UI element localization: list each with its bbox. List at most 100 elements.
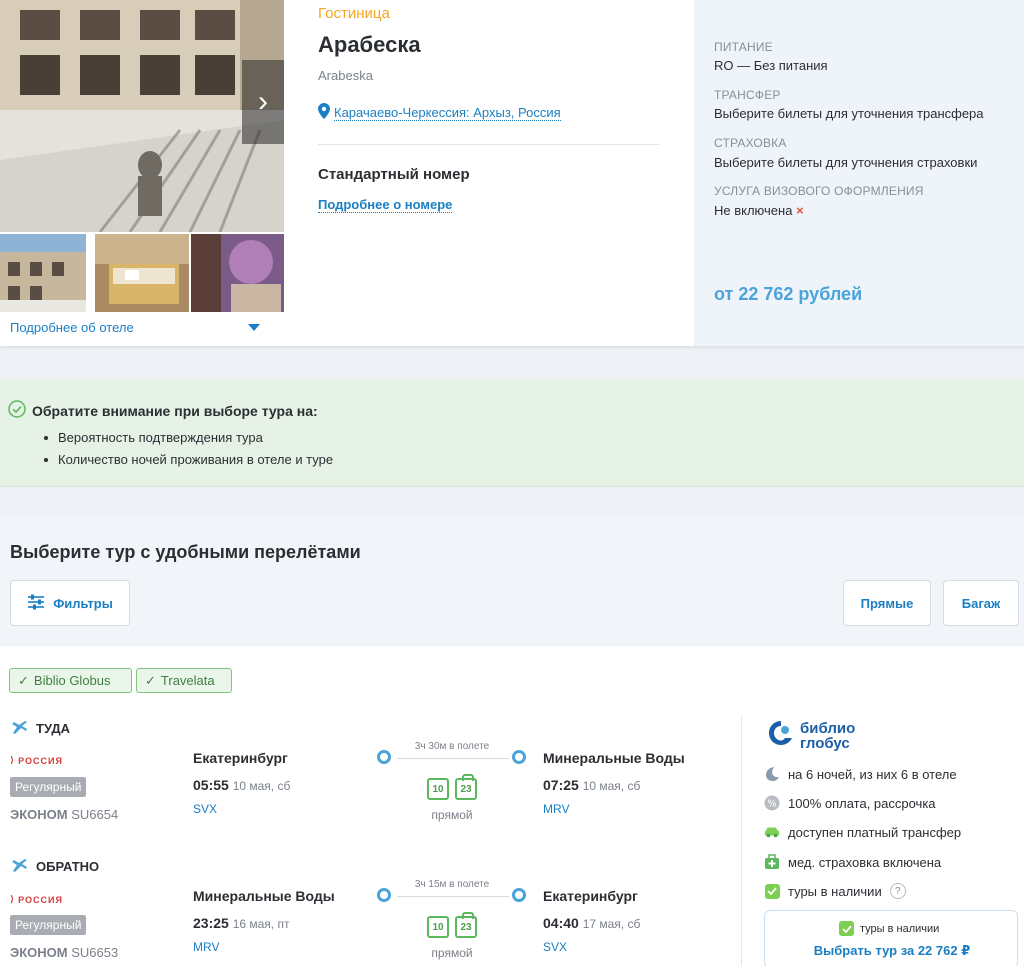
visa-label: УСЛУГА ВИЗОВОГО ОФОРМЛЕНИЯ <box>714 184 924 198</box>
cabin-flight-row: ЭКОНОМ SU6653 <box>10 945 118 960</box>
cabin-class: ЭКОНОМ <box>10 945 68 960</box>
baggage-button[interactable]: Багаж <box>943 580 1019 626</box>
flight-type-badge: Регулярный <box>10 915 87 935</box>
checked-baggage-kg: 23 <box>460 783 472 795</box>
thumbnail-room[interactable] <box>190 234 284 312</box>
tour-details-panel: ПИТАНИЕ RO — Без питания ТРАНСФЕР Выбери… <box>694 0 1024 346</box>
meal-label: ПИТАНИЕ <box>714 40 773 54</box>
departure-time: 05:55 <box>193 777 229 793</box>
map-pin-icon <box>318 103 330 122</box>
departure-time-row: 23:25 16 мая, пт <box>193 915 289 931</box>
check-box-icon <box>764 883 780 899</box>
sliders-icon <box>27 594 45 613</box>
airline-wing-icon: ⟩ <box>10 894 16 904</box>
visa-value: Не включена <box>714 203 793 218</box>
check-icon: ✓ <box>145 672 156 688</box>
departure-airport-code[interactable]: MRV <box>193 940 219 954</box>
arrival-time: 07:25 <box>543 777 579 793</box>
operator-tag[interactable]: ✓ Travelata <box>136 668 232 693</box>
airline-name: РОССИЯ <box>18 894 63 905</box>
arrival-dot <box>512 888 526 902</box>
hotel-name: Арабеска <box>318 32 421 57</box>
baggage-info: 10 23 <box>427 912 477 938</box>
flight-number: SU6654 <box>71 807 119 822</box>
arrival-city: Минеральные Воды <box>543 750 685 766</box>
operator-tag[interactable]: ✓ Biblio Globus <box>9 668 132 693</box>
feature-insurance: мед. страховка включена <box>764 854 941 870</box>
cabin-flight-row: ЭКОНОМ SU6654 <box>10 807 118 822</box>
departure-airport-code[interactable]: SVX <box>193 802 217 816</box>
divider <box>318 144 660 145</box>
price-from: от 22 762 рублей <box>714 284 863 304</box>
operator-logo-icon <box>766 718 796 753</box>
hand-luggage-kg: 10 <box>432 921 444 933</box>
nights-text: на 6 ночей, из них 6 в отеле <box>788 766 957 782</box>
arrival-date: 17 мая, сб <box>582 917 641 931</box>
departure-city: Екатеринбург <box>193 750 288 766</box>
direct-flights-button[interactable]: Прямые <box>843 580 931 626</box>
moon-icon <box>764 766 780 782</box>
percent-icon: % <box>764 795 780 811</box>
vertical-divider <box>741 716 742 966</box>
filters-label: Фильтры <box>53 595 113 611</box>
filters-button[interactable]: Фильтры <box>10 580 130 626</box>
more-about-hotel-label: Подробнее об отеле <box>10 320 134 335</box>
route-line <box>397 896 509 897</box>
checked-baggage-icon: 23 <box>455 774 477 800</box>
checked-baggage-icon: 23 <box>455 912 477 938</box>
meal-value: RO — Без питания <box>714 58 828 73</box>
notice-title-row: Обратите внимание при выборе тура на: <box>8 400 318 421</box>
arrival-airport-code[interactable]: SVX <box>543 940 567 954</box>
arrival-date: 10 мая, сб <box>582 779 641 793</box>
svg-text:%: % <box>767 799 777 810</box>
check-circle-icon <box>8 400 26 421</box>
arrival-city: Екатеринбург <box>543 888 638 904</box>
operator-logo-line1: библио <box>800 719 856 737</box>
operator-logo: библио глобус <box>766 718 855 753</box>
photo-next-button[interactable]: › <box>242 60 284 144</box>
operator-tag-label: Travelata <box>160 673 215 688</box>
select-tour-button[interactable]: Выбрать тур за 22 762 ₽ <box>765 943 1019 959</box>
plane-icon <box>10 718 28 739</box>
thumbnail-bedroom[interactable] <box>95 234 189 312</box>
feature-nights: на 6 ночей, из них 6 в отеле <box>764 766 957 782</box>
help-icon[interactable]: ? <box>889 883 906 899</box>
hotel-location-link[interactable]: Карачаево-Черкессия: Архыз, Россия <box>318 103 561 122</box>
select-tour-box[interactable]: туры в наличии Выбрать тур за 22 762 ₽ <box>764 910 1018 966</box>
insurance-value: Выберите билеты для уточнения страховки <box>714 155 978 170</box>
notice-title: Обратите внимание при выборе тура на: <box>32 402 318 419</box>
return-title-row: ОБРАТНО <box>10 856 99 877</box>
outbound-title: ТУДА <box>36 721 71 736</box>
departure-dot <box>377 750 391 764</box>
feature-availability: туры в наличии ? <box>764 883 906 899</box>
flight-number: SU6653 <box>71 945 119 960</box>
notice-banner: Обратите внимание при выборе тура на: Ве… <box>0 379 1024 487</box>
more-about-room-link[interactable]: Подробнее о номере <box>318 197 453 213</box>
cabin-class: ЭКОНОМ <box>10 807 68 822</box>
route-line <box>397 758 509 759</box>
notice-list: Вероятность подтверждения тура Количеств… <box>44 429 333 473</box>
car-icon <box>764 824 780 840</box>
airline-logo: ⟩ РОССИЯ <box>10 755 63 766</box>
hand-luggage-icon: 10 <box>427 778 449 800</box>
airline-name: РОССИЯ <box>18 755 63 766</box>
box-availability-text: туры в наличии <box>860 922 940 935</box>
check-box-icon <box>839 921 854 936</box>
departure-date: 10 мая, сб <box>232 779 291 793</box>
transfer-label: ТРАНСФЕР <box>714 88 781 102</box>
transfer-text: доступен платный трансфер <box>788 824 962 840</box>
departure-date: 16 мая, пт <box>232 917 290 931</box>
checked-baggage-kg: 23 <box>460 921 472 933</box>
flights-section-header: Выберите тур с удобными перелётами Фильт… <box>0 518 1024 646</box>
hand-luggage-kg: 10 <box>432 783 444 795</box>
more-about-hotel-link[interactable]: Подробнее об отеле <box>10 320 274 335</box>
baggage-info: 10 23 <box>427 774 477 800</box>
medical-kit-icon <box>764 854 780 870</box>
arrival-time-row: 07:25 10 мая, сб <box>543 777 640 793</box>
arrival-airport-code[interactable]: MRV <box>543 802 569 816</box>
operator-logo-line2: глобус <box>800 734 850 752</box>
hand-luggage-icon: 10 <box>427 916 449 938</box>
arrival-dot <box>512 750 526 764</box>
thumbnail-facade[interactable] <box>0 234 93 312</box>
return-title: ОБРАТНО <box>36 859 100 874</box>
